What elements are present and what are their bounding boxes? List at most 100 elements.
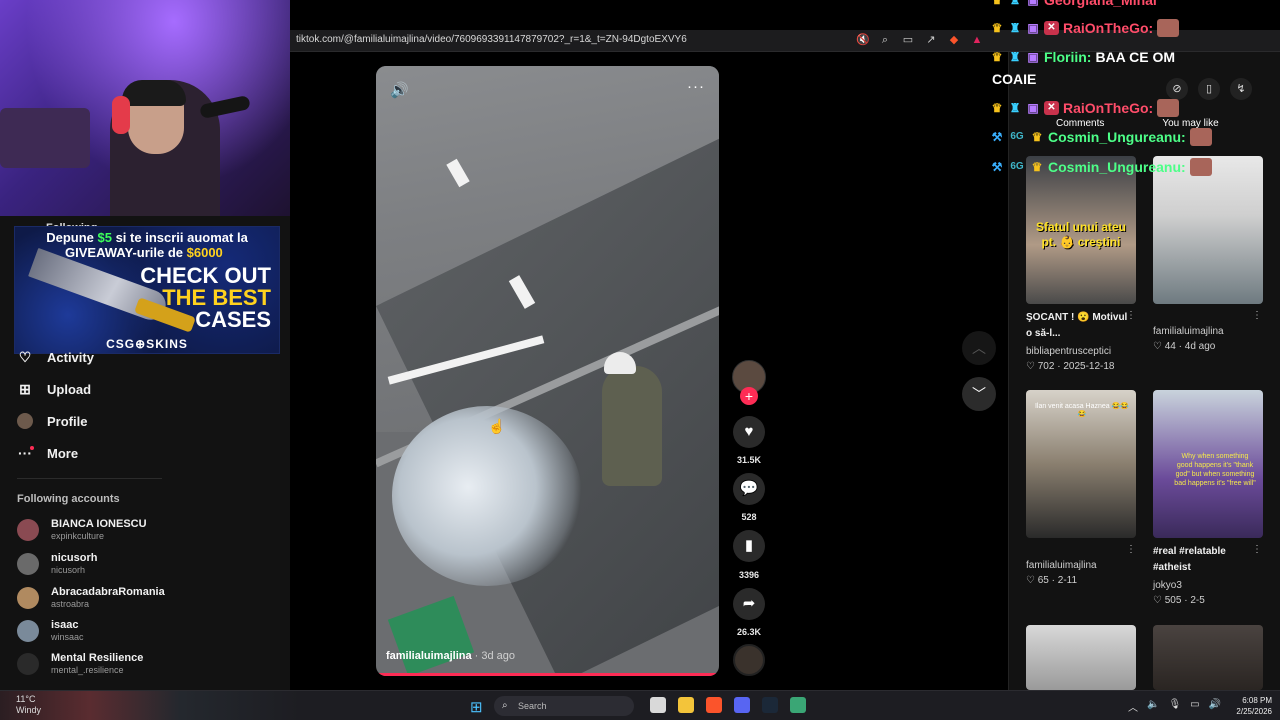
video-progress-bar[interactable] [376,673,719,676]
ad-cta-line2: THE BEST [162,285,271,310]
volume-icon[interactable]: 🔊 [1209,699,1221,714]
webcam-overlay [0,0,290,216]
account-item[interactable]: isaac winsaac [17,619,84,642]
browser-app-icon[interactable] [790,697,806,713]
hammer-badge-icon: ⚒ [991,130,1003,144]
taskbar-search[interactable]: ⌕ Search [494,696,634,716]
plus-square-icon: ⊞ [19,381,31,397]
windows-start-icon[interactable]: ⊞ [470,698,483,716]
microphone-icon[interactable]: 🎙 [1168,699,1181,714]
address-bar[interactable]: tiktok.com/@familialuimajlina/video/7609… [296,34,687,45]
discord-icon[interactable] [734,697,750,713]
cast-icon[interactable]: ▭ [902,33,914,47]
bookmark-icon: ▮ [744,537,754,554]
video-stats: ♡ 505 · 2-5 [1153,595,1205,606]
sidebar-item-profile[interactable]: Profile [17,413,87,429]
account-name: nicusorh [51,552,98,564]
video-author[interactable]: familialuimajlina · 3d ago [386,650,515,662]
recommended-thumbnail[interactable] [1153,156,1263,304]
avatar [17,619,39,642]
item-menu-icon[interactable]: ⋮ [1252,544,1262,555]
brave-browser-icon[interactable] [706,697,722,713]
recommended-thumbnail[interactable]: Ilan venit acasa Haznea 😂😂😂 [1026,390,1136,538]
steam-icon[interactable] [762,697,778,713]
tab-comments[interactable]: Comments [1056,118,1104,129]
system-clock[interactable]: 6:08 PM 2/25/2026 [1230,695,1272,717]
video-author[interactable]: familialuimajlina [1026,560,1097,571]
avatar [17,518,39,541]
sidebar-item-more[interactable]: ··· More [17,445,78,461]
phone-icon[interactable]: ▯ [1198,78,1220,100]
weather-temp: 11°C [16,694,36,704]
volume-icon[interactable]: 🔊 [390,81,409,99]
recommended-thumbnail[interactable] [1026,625,1136,690]
account-name: BIANCA IONESCU [51,518,147,530]
ad-subheadline: GIVEAWAY-urile de $6000 [65,245,223,260]
tab-you-may-like[interactable]: You may like [1162,118,1218,129]
zoom-icon[interactable]: ⌕ [879,33,891,47]
account-item[interactable]: nicusorh nicusorh [17,552,97,575]
video-author[interactable]: bibliapentrusceptici [1026,346,1111,357]
next-video-button[interactable]: ﹀ [962,377,996,411]
follow-plus-icon[interactable]: + [740,387,758,405]
taskbar-wallpaper-peek [0,691,300,720]
avatar [17,413,33,429]
clock-date: 2/25/2026 [1236,707,1272,716]
previous-video-button[interactable]: ︿ [962,331,996,365]
browser-tabstrip [290,0,1280,30]
chevron-up-icon[interactable]: ︿ [1128,699,1138,714]
display-icon[interactable]: ▭ [1190,699,1199,714]
chevron-up-icon: ︿ [972,340,986,356]
share-count: 26.3K [736,627,762,637]
profile-avatar-icon[interactable]: ↯ [1230,78,1252,100]
video-author[interactable]: jokyo3 [1153,580,1182,591]
hammer-badge-icon: ⚒ [991,160,1003,174]
speaker-icon[interactable]: 🔈 [1147,699,1159,714]
account-name: Mental Resilience [51,652,144,664]
notepad-app-icon[interactable] [650,697,666,713]
video-frame-water-splash [392,406,582,586]
video-player[interactable]: 🔊 ··· familialuimajlina · 3d ago [376,66,719,676]
avatar [17,652,39,675]
recommended-thumbnail[interactable]: Sfatul unui ateu pt. 👶 creştini [1026,156,1136,304]
ad-cta-line1: CHECK OUT [140,263,271,288]
item-menu-icon[interactable]: ⋮ [1126,310,1136,321]
sidebar-item-activity[interactable]: ♡ Activity [17,349,94,365]
rewards-icon[interactable]: ▲ [971,33,983,47]
file-explorer-icon[interactable] [678,697,694,713]
video-caption[interactable]: ŞOCANT ! 😮 Motivul o să-l... [1026,310,1130,342]
thumbnail-text: Ilan venit acasa Haznea 😂😂😂 [1034,403,1130,418]
account-item[interactable]: BIANCA IONESCU expinkculture [17,518,147,541]
brave-shields-icon[interactable]: ◆ [948,33,960,47]
save-button[interactable]: ▮ [733,530,765,562]
comment-button[interactable]: 💬 [733,473,765,505]
avatar [17,586,39,609]
compass-icon[interactable]: ⊘ [1166,78,1188,100]
pinned-apps [650,697,806,713]
account-handle: nicusorh [51,565,86,575]
thumbnail-text: Why when something good happens it's "th… [1174,453,1256,487]
sidebar-item-label: Profile [47,413,88,429]
like-button[interactable]: ♥ [733,416,765,448]
recommended-thumbnail[interactable] [1153,625,1263,690]
video-caption[interactable]: #real #relatable #atheist [1153,544,1257,576]
heart-icon: ♥ [744,423,754,440]
sidebar-item-upload[interactable]: ⊞ Upload [17,381,91,397]
recommended-thumbnail[interactable]: Why when something good happens it's "th… [1153,390,1263,538]
panel-icons: ⊘ ▯ ↯ [1166,78,1252,100]
account-item[interactable]: AbracadabraRomania astroabra [17,586,165,609]
toolbar-icons: 🔇 ⌕ ▭ ↗ ◆ ▲ [856,33,983,47]
item-menu-icon[interactable]: ⋮ [1126,544,1136,555]
account-item[interactable]: Mental Resilience mental_.resilience [17,652,143,675]
music-disc-icon[interactable] [733,644,765,676]
account-name: AbracadabraRomania [51,586,165,598]
share-button[interactable]: ➦ [733,588,765,620]
more-options-icon[interactable]: ··· [687,78,705,95]
video-author[interactable]: familialuimajlina [1153,326,1224,337]
item-menu-icon[interactable]: ⋮ [1252,310,1262,321]
weather-widget[interactable]: 11°C Windy [16,694,41,716]
mute-tab-icon[interactable]: 🔇 [856,33,870,47]
sidebar-item-label: Activity [47,349,94,365]
crown-badge-icon: ♛ [991,101,1003,115]
share-icon[interactable]: ↗ [925,33,937,47]
